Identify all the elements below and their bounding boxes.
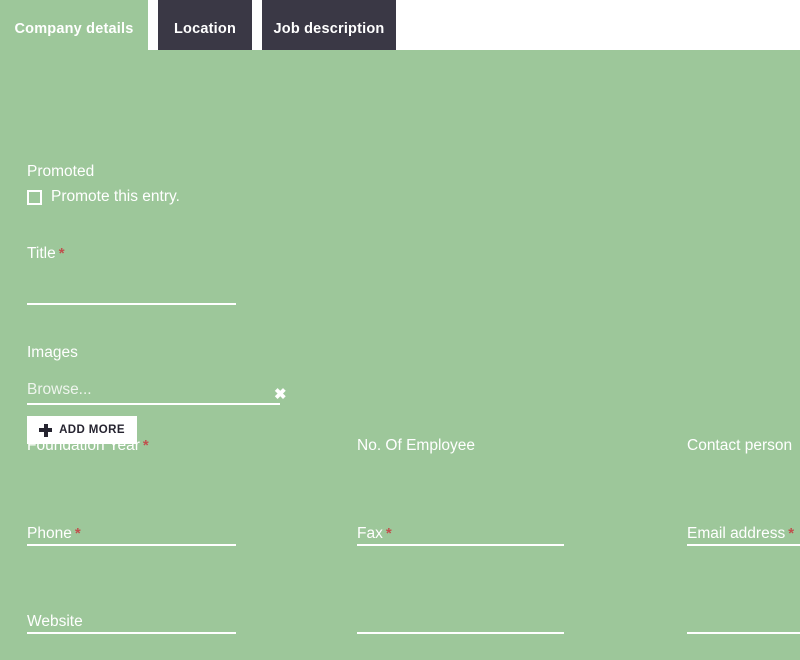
promote-checkbox-label: Promote this entry. (51, 188, 180, 205)
no-of-employee-required-asterisk (475, 437, 478, 454)
promoted-label: Promoted (27, 163, 95, 180)
images-input-underline (27, 403, 280, 405)
title-input-underline (27, 303, 236, 305)
phone-label: Phone * (27, 525, 81, 543)
foundation-year-required-asterisk: * (142, 437, 149, 454)
foundation-year-underline (27, 544, 236, 546)
images-browse-placeholder[interactable]: Browse... (27, 380, 92, 399)
title-label: Title * (27, 245, 65, 263)
fax-required-asterisk: * (385, 525, 392, 542)
promote-checkbox[interactable] (27, 189, 42, 205)
title-required-asterisk: * (58, 245, 65, 262)
phone-label-text: Phone (27, 525, 72, 542)
no-of-employee-label: No. Of Employee (357, 437, 478, 455)
website-label-text: Website (27, 613, 83, 630)
images-label: Images (27, 344, 78, 361)
no-of-employee-underline (357, 544, 564, 546)
title-input[interactable] (27, 272, 236, 302)
foundation-year-label-text: Foundation Year (27, 437, 140, 454)
form-page: Company details Location Job description… (0, 0, 800, 660)
fax-label-text: Fax (357, 525, 383, 542)
title-label-text: Title (27, 245, 56, 262)
contact-person-required-asterisk (792, 437, 795, 454)
fax-input[interactable] (357, 601, 564, 631)
email-address-label: Email address * (687, 525, 794, 543)
company-details-panel: Promoted Promote this entry. Title * Imag… (0, 50, 800, 660)
fax-label: Fax * (357, 525, 392, 543)
promote-checkbox-row[interactable]: Promote this entry. (27, 188, 180, 206)
contact-person-label: Contact person (687, 437, 795, 455)
fax-underline (357, 632, 564, 634)
website-label: Website (27, 613, 86, 631)
email-address-label-text: Email address (687, 525, 786, 542)
phone-underline (27, 632, 236, 634)
email-address-underline (687, 632, 800, 634)
no-of-employee-label-text: No. Of Employee (357, 437, 476, 454)
plus-icon (39, 423, 53, 437)
add-more-label: ADD MORE (59, 424, 125, 436)
contact-person-label-text: Contact person (687, 437, 793, 454)
email-address-required-asterisk: * (788, 525, 795, 542)
foundation-year-label: Foundation Year * (27, 437, 149, 455)
close-icon[interactable]: ✖ (274, 387, 287, 403)
website-required-asterisk (83, 613, 86, 630)
contact-person-underline (687, 544, 800, 546)
email-address-input[interactable] (687, 601, 800, 631)
phone-required-asterisk: * (74, 525, 81, 542)
